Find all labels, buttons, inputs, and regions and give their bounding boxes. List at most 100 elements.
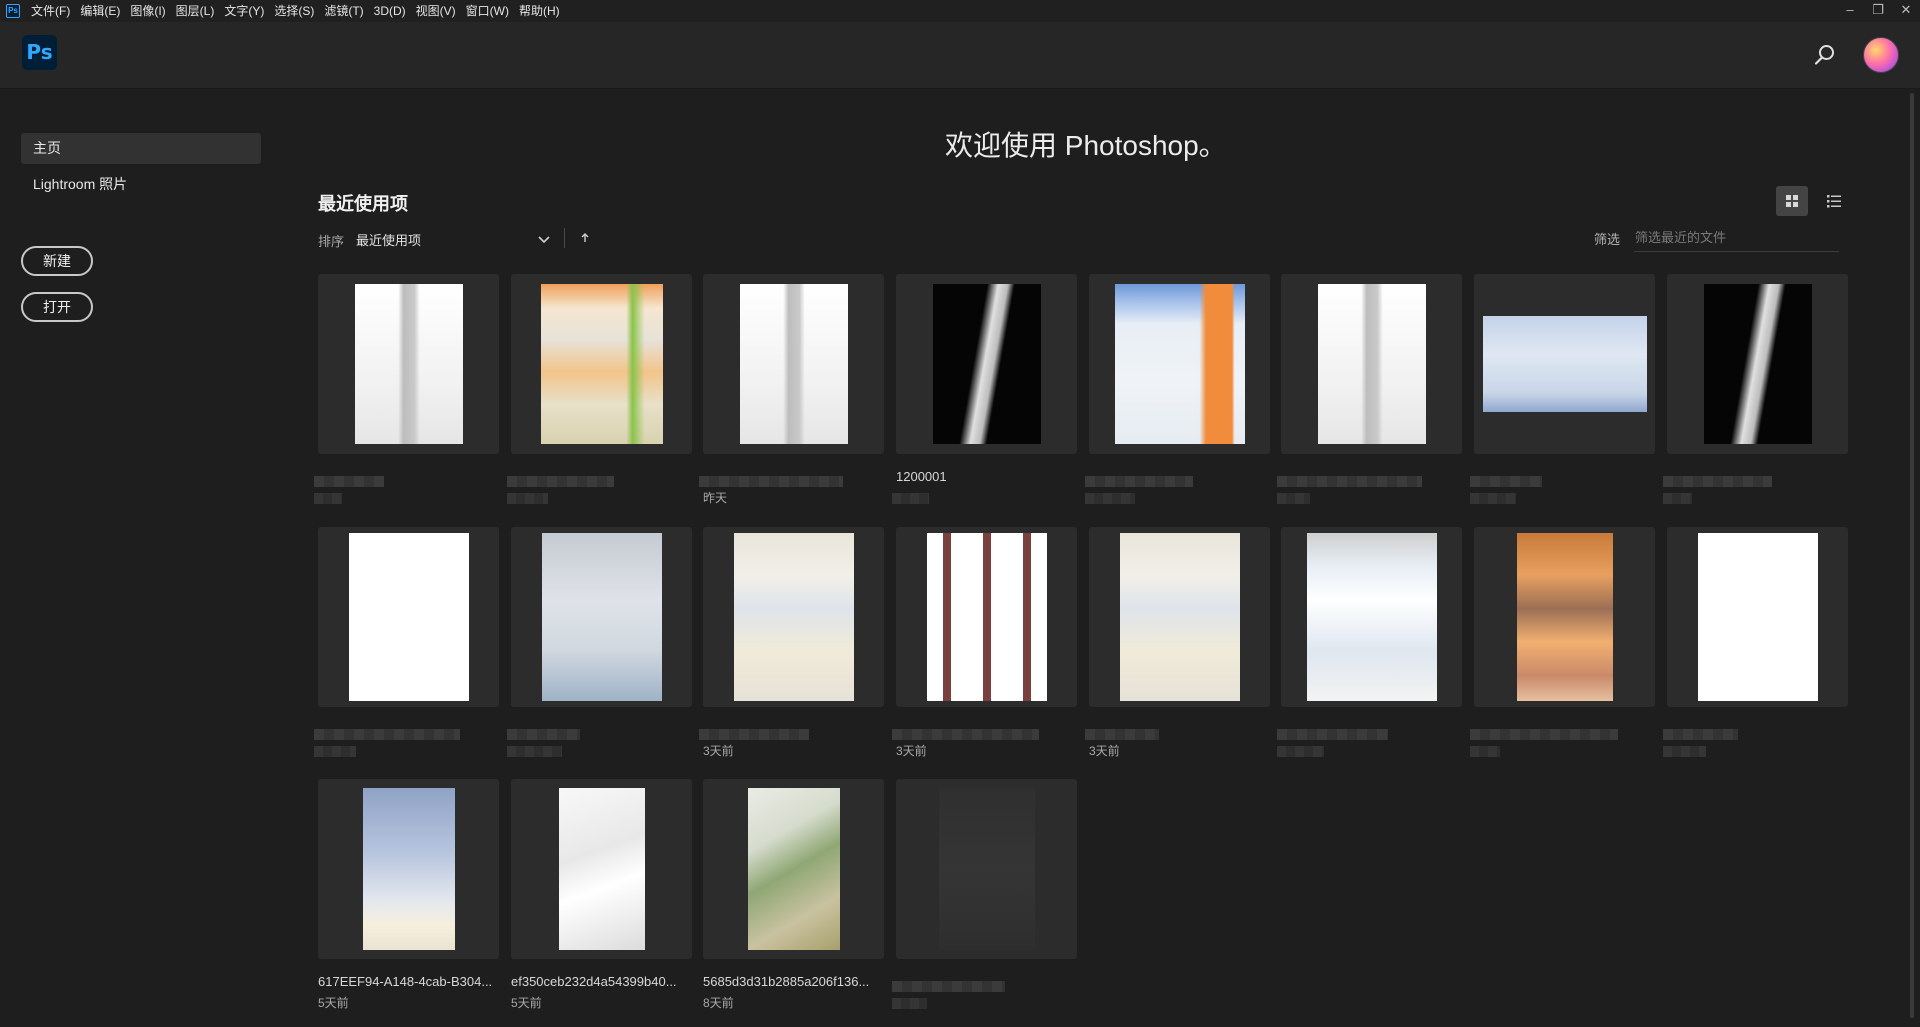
recent-file-card[interactable] [1281,274,1462,454]
file-name: ef350ceb232d4a54399b40... [511,974,677,989]
menu-select[interactable]: 选择(S) [269,0,319,22]
scrollbar-thumb[interactable] [1910,93,1914,1018]
chevron-down-icon [538,236,550,244]
window-controls: – ❐ ✕ [1836,0,1920,22]
grid-view-button[interactable] [1776,186,1808,216]
sidebar-item-lightroom[interactable]: Lightroom 照片 [21,169,261,200]
menu-edit[interactable]: 编辑(E) [75,0,125,22]
file-name-redacted [892,729,1039,740]
search-icon [1814,45,1834,65]
recent-file-card[interactable] [1089,527,1270,707]
file-name-redacted [1277,476,1422,487]
file-thumbnail [559,788,645,950]
file-thumbnail [541,284,663,444]
vertical-scrollbar[interactable] [1905,89,1920,1027]
file-thumbnail [1115,284,1245,444]
recent-file-card[interactable] [896,527,1077,707]
avatar[interactable] [1863,37,1899,73]
file-date-redacted [1470,746,1500,757]
file-name-redacted [507,729,580,740]
menubar: Ps 文件(F) 编辑(E) 图像(I) 图层(L) 文字(Y) 选择(S) 滤… [0,0,1920,22]
menu-type[interactable]: 文字(Y) [219,0,269,22]
file-thumbnail [734,533,854,701]
file-date: 5天前 [511,996,542,1010]
recent-file-card[interactable] [318,779,499,959]
recent-file-card[interactable] [1281,527,1462,707]
recent-file-card[interactable] [1474,274,1655,454]
file-thumbnail [363,788,455,950]
sidebar: 主页 Lightroom 照片 新建 打开 [0,89,270,1027]
file-thumbnail [933,284,1041,444]
menu-file[interactable]: 文件(F) [26,0,75,22]
recent-file-card[interactable] [703,527,884,707]
recent-file-card[interactable] [1089,274,1270,454]
recent-file-card[interactable] [318,274,499,454]
file-date-redacted [507,493,548,504]
recent-file-card[interactable] [1667,527,1848,707]
filter-input[interactable] [1634,224,1839,252]
new-button[interactable]: 新建 [21,246,93,276]
recent-file-card[interactable] [896,274,1077,454]
file-thumbnail [542,533,662,701]
file-thumbnail [355,284,463,444]
file-thumbnail [1698,533,1818,701]
recent-file-card[interactable] [511,779,692,959]
file-date-redacted [314,746,356,757]
file-name-redacted [314,476,384,487]
file-date-redacted [507,746,562,757]
sort-dropdown-toggle[interactable] [537,232,551,246]
list-view-icon [1827,195,1841,208]
file-date: 8天前 [703,996,734,1010]
recent-file-card[interactable] [703,779,884,959]
home-header: Ps [0,22,1920,89]
file-name-redacted [1663,729,1738,740]
file-name-redacted [699,476,843,487]
app-icon: Ps [6,4,20,18]
file-date: 3天前 [703,744,734,758]
file-date: 3天前 [896,744,927,758]
recent-file-card[interactable] [318,527,499,707]
menu-view[interactable]: 视图(V) [411,0,461,22]
file-thumbnail [748,788,840,950]
recent-title: 最近使用项 [318,194,408,214]
minimize-button[interactable]: – [1836,0,1864,22]
file-name-redacted [1085,476,1193,487]
file-thumbnail [740,284,848,444]
open-button[interactable]: 打开 [21,292,93,322]
welcome-title: 欢迎使用 Photoshop。 [945,130,1227,161]
file-thumbnail [939,788,1035,950]
filter-label: 筛选 [1594,232,1621,247]
file-name: 5685d3d31b2885a206f136... [703,974,870,989]
file-thumbnail [1318,284,1426,444]
recent-file-card[interactable] [896,779,1077,959]
recent-file-card[interactable] [511,274,692,454]
sort-direction-button[interactable] [578,231,592,245]
file-date-redacted [1085,493,1135,504]
sidebar-item-home[interactable]: 主页 [21,133,261,164]
recent-file-card[interactable] [1474,527,1655,707]
file-date-redacted [314,493,342,504]
file-date-redacted [892,493,929,504]
menu-image[interactable]: 图像(I) [125,0,170,22]
sort-divider [564,228,565,248]
menu-filter[interactable]: 滤镜(T) [319,0,368,22]
recent-file-card[interactable] [703,274,884,454]
file-name-redacted [1663,476,1772,487]
menu-help[interactable]: 帮助(H) [514,0,565,22]
file-date: 5天前 [318,996,349,1010]
recent-file-card[interactable] [1667,274,1848,454]
menu-layer[interactable]: 图层(L) [171,0,220,22]
menu-window[interactable]: 窗口(W) [461,0,514,22]
recent-file-card[interactable] [511,527,692,707]
file-name-redacted [1085,729,1159,740]
grid-view-icon [1786,195,1798,207]
restore-button[interactable]: ❐ [1864,0,1892,22]
file-thumbnail [1120,533,1240,701]
menu-3d[interactable]: 3D(D) [369,0,411,22]
sort-dropdown[interactable]: 最近使用项 [356,230,421,249]
file-name: 617EEF94-A148-4cab-B304... [318,974,493,989]
close-button[interactable]: ✕ [1892,0,1920,22]
search-button[interactable] [1813,43,1837,67]
arrow-up-icon [581,233,589,242]
list-view-button[interactable] [1818,186,1850,216]
